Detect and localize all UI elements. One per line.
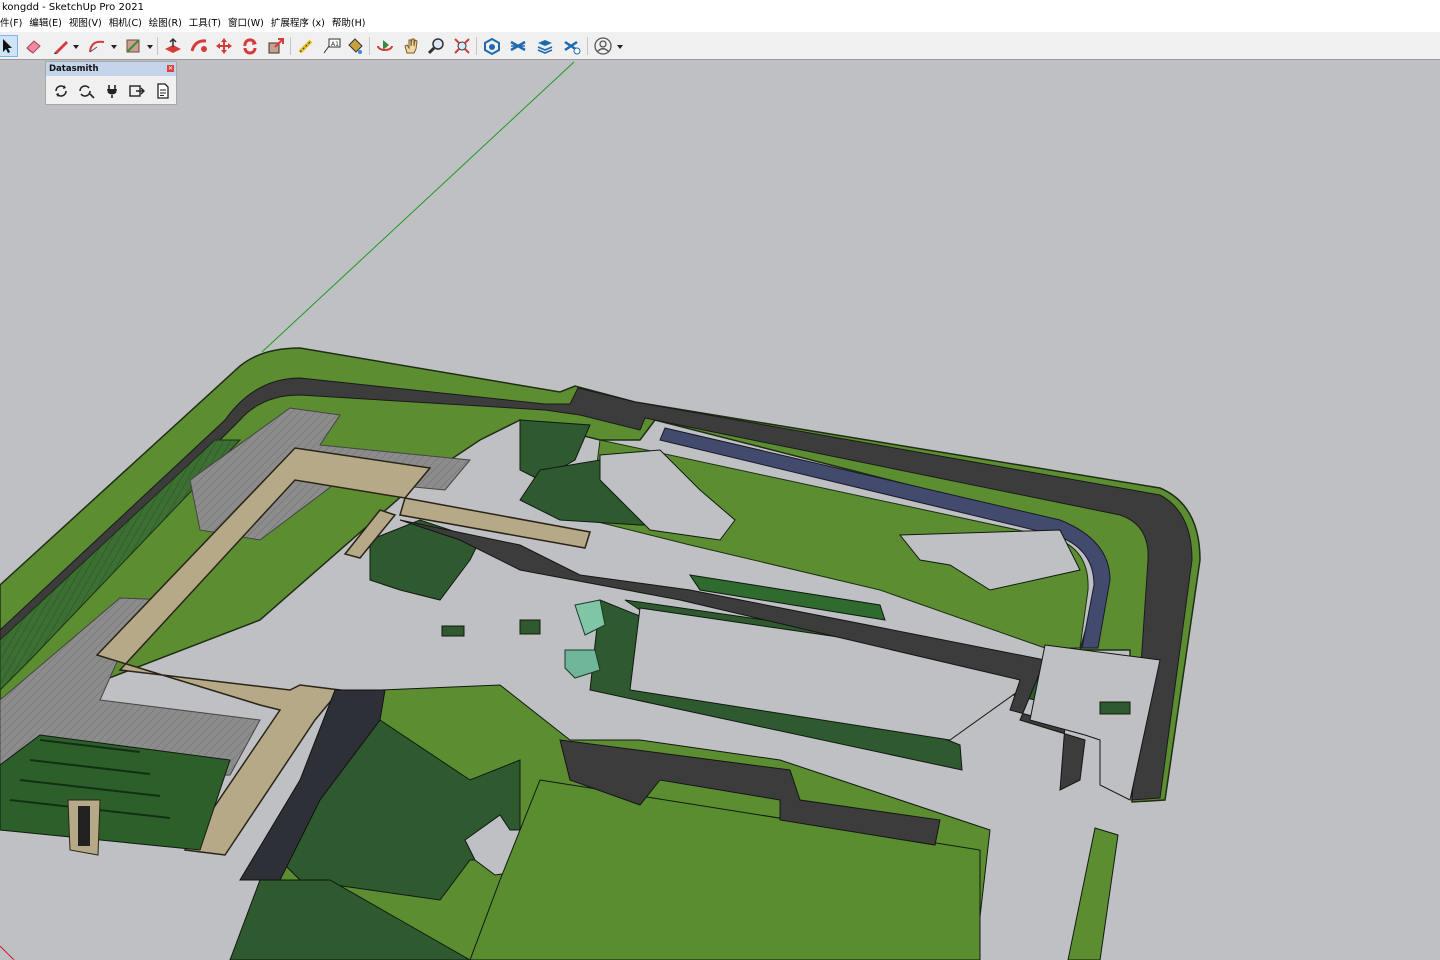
plug-icon: [107, 85, 117, 98]
grass-strip-east: [1067, 827, 1119, 960]
menu-window[interactable]: 窗口(W): [225, 16, 268, 32]
entry-gate-opening: [78, 806, 90, 846]
extension-warehouse-button[interactable]: [507, 35, 529, 57]
datasmith-panel-header[interactable]: Datasmith ✕: [46, 62, 176, 76]
zoom-extents-tool-button[interactable]: [451, 35, 473, 57]
title-bar: kongdd - SketchUp Pro 2021: [0, 0, 1440, 16]
small-bed-c: [1099, 701, 1131, 715]
chevron-down-icon: [617, 45, 623, 49]
sync-icon: [55, 85, 67, 97]
pan-tool-button[interactable]: [400, 35, 422, 57]
profile-button[interactable]: [592, 35, 614, 57]
shape-dropdown-arrow[interactable]: [147, 44, 153, 50]
model-canvas[interactable]: [0, 61, 1440, 960]
tape-measure-tool-button[interactable]: [295, 35, 317, 57]
arc-tool-button[interactable]: [86, 35, 108, 57]
datasmith-export-button[interactable]: [128, 82, 146, 100]
extension-manager-button[interactable]: [561, 35, 583, 57]
arc-icon: [89, 40, 105, 53]
magnifier-icon: [427, 38, 444, 55]
rotate-tool-button[interactable]: [239, 35, 261, 57]
3d-warehouse-button[interactable]: [481, 35, 503, 57]
layers-icon: [537, 40, 553, 54]
text-tool-button[interactable]: A1: [321, 35, 343, 57]
main-toolbar: A1: [0, 32, 1440, 60]
follow-me-tool-button[interactable]: [188, 35, 210, 57]
menu-extensions[interactable]: 扩展程序 (x): [268, 16, 329, 32]
hand-icon: [404, 38, 418, 54]
select-arrow-icon: [3, 39, 12, 53]
menu-help[interactable]: 帮助(H): [329, 16, 370, 32]
menu-draw[interactable]: 绘图(R): [146, 16, 186, 32]
eraser-tool-button[interactable]: [22, 35, 44, 57]
paint-bucket-icon: [348, 38, 363, 54]
move-tool-button[interactable]: [213, 35, 235, 57]
red-axis-line: [0, 945, 15, 960]
eraser-icon: [26, 40, 41, 54]
user-profile-icon: [594, 37, 612, 55]
push-pull-icon: [165, 37, 181, 53]
layout-button[interactable]: [534, 35, 556, 57]
svg-text:A1: A1: [331, 41, 339, 48]
extension-manager-icon: [564, 40, 581, 55]
line-tool-button[interactable]: [50, 35, 72, 57]
orbit-icon: [377, 40, 393, 51]
sync-settings-icon: [79, 85, 95, 99]
orbit-tool-button[interactable]: [374, 35, 396, 57]
close-icon[interactable]: ✕: [167, 65, 174, 72]
datasmith-export-log-button[interactable]: [154, 82, 172, 100]
scale-tool-button[interactable]: [265, 35, 287, 57]
rectangle-tool-button[interactable]: [122, 35, 144, 57]
datasmith-sync-settings-button[interactable]: [77, 82, 95, 100]
scale-icon: [268, 38, 284, 54]
menu-view[interactable]: 视图(V): [66, 16, 106, 32]
small-bed-b: [519, 619, 541, 635]
chevron-down-icon: [73, 45, 79, 49]
menu-edit[interactable]: 编辑(E): [26, 16, 65, 32]
export-icon: [129, 85, 145, 97]
menu-bar: 件(F) 编辑(E) 视图(V) 相机(C) 绘图(R) 工具(T) 窗口(W)…: [0, 16, 1440, 32]
datasmith-sync-button[interactable]: [52, 82, 70, 100]
paint-bucket-tool-button[interactable]: [344, 35, 366, 57]
move-arrows-icon: [216, 38, 232, 54]
profile-dropdown-arrow[interactable]: [617, 44, 623, 50]
window-title: kongdd - SketchUp Pro 2021: [2, 2, 144, 13]
green-axis-line: [261, 61, 575, 353]
zoom-extents-icon: [454, 38, 470, 54]
chevron-down-icon: [111, 45, 117, 49]
planting-bed-3: [369, 519, 481, 601]
menu-camera[interactable]: 相机(C): [106, 16, 146, 32]
small-bed-a: [441, 625, 465, 637]
text-label-icon: A1: [323, 38, 341, 54]
model-viewport[interactable]: [0, 61, 1440, 960]
select-tool-button[interactable]: [0, 35, 18, 57]
datasmith-panel-title: Datasmith: [49, 64, 99, 74]
datasmith-panel: Datasmith ✕: [45, 61, 177, 105]
chevron-down-icon: [147, 45, 153, 49]
arc-dropdown-arrow[interactable]: [111, 44, 117, 50]
pencil-icon: [54, 41, 68, 54]
tape-measure-icon: [298, 39, 313, 54]
menu-file[interactable]: 件(F): [0, 16, 26, 32]
document-icon: [157, 83, 169, 99]
rotate-icon: [243, 38, 257, 55]
push-pull-tool-button[interactable]: [162, 35, 184, 57]
line-dropdown-arrow[interactable]: [73, 44, 79, 50]
zoom-tool-button[interactable]: [425, 35, 447, 57]
follow-me-icon: [190, 39, 207, 52]
menu-tools[interactable]: 工具(T): [186, 16, 225, 32]
extension-warehouse-icon: [510, 40, 526, 52]
datasmith-direct-link-button[interactable]: [103, 82, 121, 100]
warehouse-icon: [484, 37, 500, 55]
rectangle-icon: [126, 39, 140, 53]
